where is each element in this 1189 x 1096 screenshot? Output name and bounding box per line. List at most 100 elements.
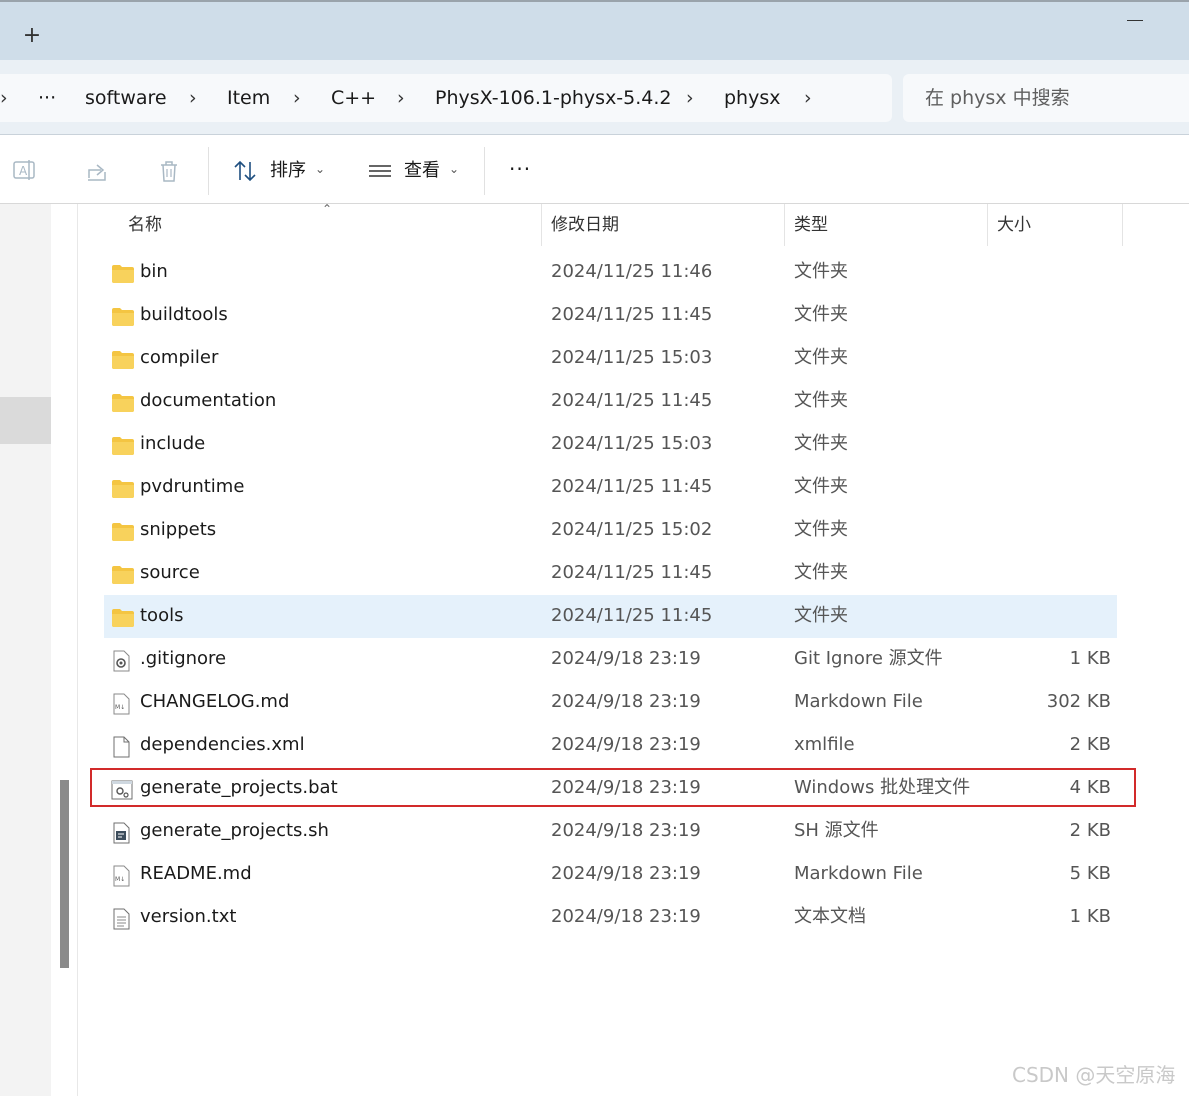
file-name: CHANGELOG.md <box>140 691 290 712</box>
watermark: CSDN @天空原海 <box>1012 1063 1176 1087</box>
file-type: Markdown File <box>794 863 923 884</box>
search-placeholder: 在 physx 中搜索 <box>925 87 1070 109</box>
file-name: compiler <box>140 347 219 368</box>
file-row[interactable]: generate_projects.sh 2024/9/18 23:19 SH 源文… <box>104 810 1117 853</box>
file-type: Markdown File <box>794 691 923 712</box>
breadcrumb-item-physx[interactable]: physx <box>724 86 781 110</box>
file-date-modified: 2024/9/18 23:19 <box>551 734 701 755</box>
column-divider[interactable] <box>987 204 988 246</box>
folder-icon <box>111 307 135 331</box>
file-size: 2 KB <box>1069 820 1111 841</box>
file-name: generate_projects.sh <box>140 820 329 841</box>
column-header-size[interactable]: 大小 <box>997 214 1031 236</box>
file-row[interactable]: dependencies.xml 2024/9/18 23:19 xmlfile 2 … <box>104 724 1117 767</box>
file-name: tools <box>140 605 184 626</box>
breadcrumb-item-physx-release[interactable]: PhysX-106.1-physx-5.4.2 <box>435 86 672 110</box>
folder-icon <box>111 264 135 288</box>
file-row[interactable]: M↓ README.md 2024/9/18 23:19 Markdown File 5… <box>104 853 1117 896</box>
file-type: 文件夹 <box>794 476 848 497</box>
view-icon[interactable] <box>367 158 393 184</box>
scrollbar-thumb[interactable] <box>60 780 69 968</box>
file-date-modified: 2024/11/25 15:02 <box>551 519 713 540</box>
breadcrumb-chevron-icon[interactable]: › <box>686 86 694 110</box>
breadcrumb-more-button[interactable]: ··· <box>38 86 56 110</box>
file-row[interactable]: source 2024/11/25 11:45 文件夹 <box>104 552 1117 595</box>
file-row[interactable]: snippets 2024/11/25 15:02 文件夹 <box>104 509 1117 552</box>
file-row[interactable]: version.txt 2024/9/18 23:19 文本文档 1 KB <box>104 896 1117 939</box>
breadcrumb-item-cpp[interactable]: C++ <box>331 86 376 110</box>
svg-text:M↓: M↓ <box>115 704 125 711</box>
folder-icon <box>111 608 135 632</box>
file-date-modified: 2024/11/25 11:45 <box>551 476 713 497</box>
view-button[interactable]: 查看 <box>404 160 440 182</box>
breadcrumb-chevron-icon[interactable]: › <box>397 86 405 110</box>
folder-icon <box>111 393 135 417</box>
file-name: dependencies.xml <box>140 734 305 755</box>
column-header-name[interactable]: 名称 <box>128 214 162 236</box>
markdown-file-icon: M↓ <box>111 693 131 719</box>
file-row[interactable]: bin 2024/11/25 11:46 文件夹 <box>104 251 1117 294</box>
file-date-modified: 2024/9/18 23:19 <box>551 691 701 712</box>
divider <box>208 147 209 195</box>
svg-text:M↓: M↓ <box>115 876 125 883</box>
file-date-modified: 2024/11/25 11:46 <box>551 261 713 282</box>
file-date-modified: 2024/9/18 23:19 <box>551 820 701 841</box>
minimize-button[interactable] <box>1127 20 1143 21</box>
share-icon[interactable] <box>85 158 111 184</box>
file-type: 文件夹 <box>794 562 848 583</box>
column-header-date[interactable]: 修改日期 <box>551 214 619 236</box>
sort-icon[interactable] <box>232 158 258 184</box>
file-row[interactable]: documentation 2024/11/25 11:45 文件夹 <box>104 380 1117 423</box>
breadcrumb-chevron-icon[interactable]: › <box>0 86 8 110</box>
file-date-modified: 2024/9/18 23:19 <box>551 863 701 884</box>
breadcrumb-item-software[interactable]: software <box>85 86 167 110</box>
breadcrumb-chevron-icon[interactable]: › <box>189 86 197 110</box>
new-tab-button[interactable]: + <box>22 24 42 48</box>
column-divider[interactable] <box>541 204 542 246</box>
column-header-type[interactable]: 类型 <box>794 214 828 236</box>
file-name: source <box>140 562 200 583</box>
file-name: buildtools <box>140 304 228 325</box>
file-row[interactable]: M↓ CHANGELOG.md 2024/9/18 23:19 Markdown Fi… <box>104 681 1117 724</box>
file-size: 2 KB <box>1069 734 1111 755</box>
file-date-modified: 2024/11/25 11:45 <box>551 304 713 325</box>
file-type: 文本文档 <box>794 906 866 927</box>
file-date-modified: 2024/11/25 11:45 <box>551 390 713 411</box>
file-size: 302 KB <box>1046 691 1111 712</box>
folder-icon <box>111 565 135 589</box>
file-name: version.txt <box>140 906 237 927</box>
delete-icon[interactable] <box>156 158 182 184</box>
file-row[interactable]: tools 2024/11/25 11:45 文件夹 <box>104 595 1117 638</box>
highlight-box <box>90 768 1136 807</box>
file-size: 1 KB <box>1069 648 1111 669</box>
breadcrumb-chevron-icon[interactable]: › <box>293 86 301 110</box>
navigation-pane[interactable] <box>0 204 51 1096</box>
breadcrumb-item-item[interactable]: Item <box>227 86 270 110</box>
file-row[interactable]: pvdruntime 2024/11/25 11:45 文件夹 <box>104 466 1117 509</box>
file-type: SH 源文件 <box>794 820 879 841</box>
column-divider[interactable] <box>1122 204 1123 246</box>
nav-selected-item[interactable] <box>0 397 51 444</box>
blank-file-icon <box>111 736 131 762</box>
folder-icon <box>111 350 135 374</box>
file-type: 文件夹 <box>794 304 848 325</box>
rename-icon[interactable]: A <box>12 158 38 184</box>
column-divider[interactable] <box>784 204 785 246</box>
file-row[interactable]: .gitignore 2024/9/18 23:19 Git Ignore 源文件 1… <box>104 638 1117 681</box>
markdown-file-icon: M↓ <box>111 865 131 891</box>
breadcrumb-chevron-icon[interactable]: › <box>804 86 812 110</box>
sort-button[interactable]: 排序 <box>270 160 306 182</box>
file-row[interactable]: include 2024/11/25 15:03 文件夹 <box>104 423 1117 466</box>
file-row[interactable]: buildtools 2024/11/25 11:45 文件夹 <box>104 294 1117 337</box>
file-name: bin <box>140 261 168 282</box>
more-options-button[interactable]: ··· <box>509 158 531 180</box>
file-name: .gitignore <box>140 648 227 669</box>
folder-icon <box>111 436 135 460</box>
file-type: 文件夹 <box>794 347 848 368</box>
file-type: xmlfile <box>794 734 855 755</box>
file-type: 文件夹 <box>794 519 848 540</box>
file-name: README.md <box>140 863 252 884</box>
file-date-modified: 2024/11/25 11:45 <box>551 562 713 583</box>
file-row[interactable]: compiler 2024/11/25 15:03 文件夹 <box>104 337 1117 380</box>
gear-file-icon <box>111 650 131 676</box>
